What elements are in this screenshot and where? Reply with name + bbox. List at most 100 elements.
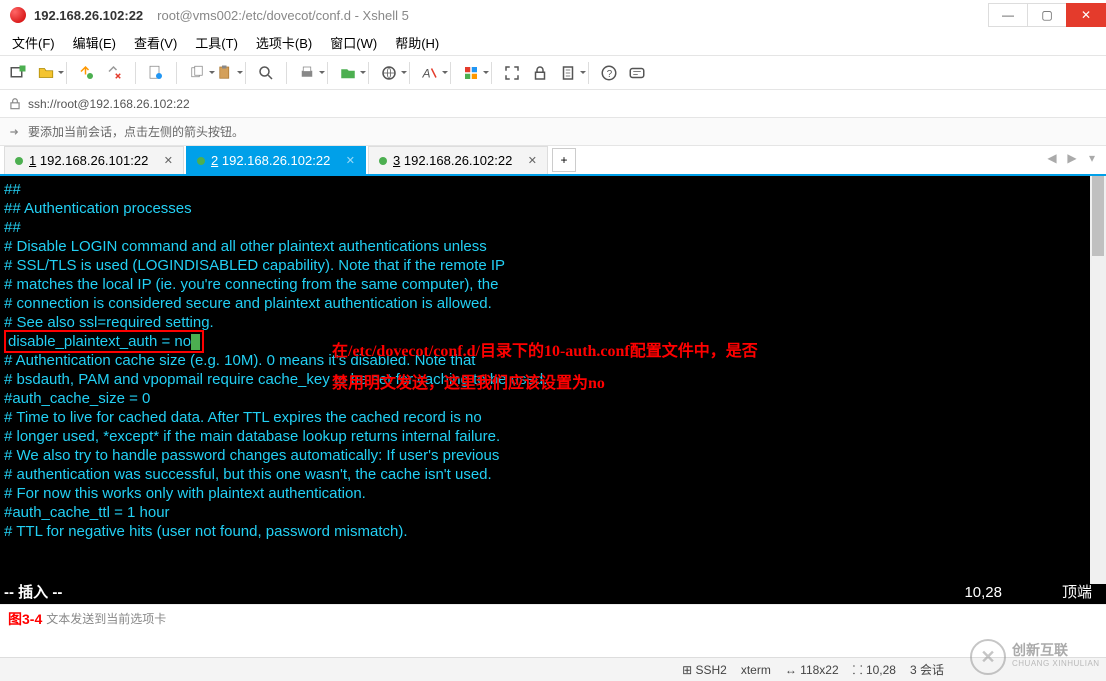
- tab-next-icon[interactable]: ▶: [1064, 150, 1080, 166]
- status-dot-icon: [379, 157, 387, 165]
- tab-session-3[interactable]: 3 192.168.26.102:22 ✕: [368, 146, 548, 174]
- arrow-icon[interactable]: [8, 125, 22, 139]
- add-tab-button[interactable]: +: [552, 148, 576, 172]
- svg-text:A: A: [422, 66, 431, 80]
- disconnect-button[interactable]: [103, 61, 127, 85]
- tab-label: 1 192.168.26.101:22: [29, 153, 158, 168]
- address-url[interactable]: ssh://root@192.168.26.102:22: [28, 97, 190, 111]
- terminal-line: # matches the local IP (ie. you're conne…: [4, 275, 1102, 294]
- vim-status-line: -- 插入 -- 10,28 顶端: [4, 583, 1102, 602]
- menu-help[interactable]: 帮助(H): [387, 31, 447, 54]
- menu-bar: 文件(F) 编辑(E) 查看(V) 工具(T) 选项卡(B) 窗口(W) 帮助(…: [0, 30, 1106, 56]
- font-button[interactable]: A: [418, 61, 442, 85]
- terminal-line: ##: [4, 218, 1102, 237]
- status-dot-icon: [197, 157, 205, 165]
- status-protocol: ⊞ SSH2: [682, 663, 727, 677]
- minimize-button[interactable]: —: [988, 3, 1028, 27]
- separator: [327, 62, 328, 84]
- properties-button[interactable]: [144, 61, 168, 85]
- separator: [368, 62, 369, 84]
- status-bar: ⊞ SSH2 xterm ↔ 118x22 ⸬ 10,28 3 会话: [0, 657, 1106, 681]
- watermark-text-zh: 创新互联: [1012, 643, 1100, 657]
- tab-menu-icon[interactable]: ▾: [1084, 150, 1100, 166]
- tab-label: 3 192.168.26.102:22: [393, 153, 522, 168]
- cursor-icon: [191, 334, 200, 350]
- xftp-button[interactable]: [336, 61, 360, 85]
- annotation-line2: 禁用明文发送，这里我们应该设置为no: [332, 374, 605, 393]
- separator: [450, 62, 451, 84]
- terminal-line: ##: [4, 180, 1102, 199]
- vim-scroll-indicator: 顶端: [1062, 583, 1092, 602]
- scrollbar[interactable]: [1090, 176, 1106, 584]
- print-button[interactable]: [295, 61, 319, 85]
- find-button[interactable]: [254, 61, 278, 85]
- terminal-line: # connection is considered secure and pl…: [4, 294, 1102, 313]
- color-scheme-button[interactable]: [459, 61, 483, 85]
- compose-placeholder: 文本发送到当前选项卡: [46, 610, 166, 627]
- separator: [588, 62, 589, 84]
- address-bar: ssh://root@192.168.26.102:22: [0, 90, 1106, 118]
- svg-text:?: ?: [607, 68, 613, 79]
- menu-tabs[interactable]: 选项卡(B): [248, 31, 320, 54]
- status-position: ⸬ 10,28: [853, 661, 896, 678]
- reconnect-button[interactable]: [75, 61, 99, 85]
- scrollbar-thumb[interactable]: [1092, 176, 1104, 256]
- menu-window[interactable]: 窗口(W): [322, 31, 385, 54]
- tab-session-1[interactable]: 1 192.168.26.101:22 ✕: [4, 146, 184, 174]
- help-button[interactable]: ?: [597, 61, 621, 85]
- tab-bar: 1 192.168.26.101:22 ✕ 2 192.168.26.102:2…: [0, 146, 1106, 176]
- tab-label: 2 192.168.26.102:22: [211, 153, 340, 168]
- compose-bar[interactable]: 图3-4 文本发送到当前选项卡: [0, 604, 1106, 632]
- menu-file[interactable]: 文件(F): [4, 31, 63, 54]
- new-session-button[interactable]: [6, 61, 30, 85]
- fullscreen-button[interactable]: [500, 61, 524, 85]
- lock-icon: [8, 97, 22, 111]
- separator: [245, 62, 246, 84]
- vim-mode: -- 插入 --: [4, 583, 62, 602]
- terminal-line: # Disable LOGIN command and all other pl…: [4, 237, 1102, 256]
- close-button[interactable]: ✕: [1066, 3, 1106, 27]
- terminal-line: #auth_cache_ttl = 1 hour: [4, 503, 1102, 522]
- terminal-line: # longer used, *except* if the main data…: [4, 427, 1102, 446]
- terminal-line: ## Authentication processes: [4, 199, 1102, 218]
- annotation-line1: 在/etc/dovecot/conf.d/目录下的10-auth.conf配置文…: [332, 342, 758, 361]
- tab-close-icon[interactable]: ✕: [528, 154, 537, 167]
- menu-edit[interactable]: 编辑(E): [65, 31, 124, 54]
- separator: [66, 62, 67, 84]
- vim-position: 10,28: [964, 583, 1002, 602]
- terminal-line: # We also try to handle password changes…: [4, 446, 1102, 465]
- separator: [135, 62, 136, 84]
- tab-prev-icon[interactable]: ◀: [1044, 150, 1060, 166]
- window-title-main: 192.168.26.102:22: [34, 8, 143, 23]
- hint-text: 要添加当前会话，点击左侧的箭头按钮。: [28, 123, 244, 140]
- status-size: ↔ 118x22: [785, 663, 839, 677]
- paste-button[interactable]: [213, 61, 237, 85]
- language-button[interactable]: [377, 61, 401, 85]
- terminal-line: # SSL/TLS is used (LOGINDISABLED capabil…: [4, 256, 1102, 275]
- terminal-line: # TTL for negative hits (user not found,…: [4, 522, 1102, 541]
- title-bar: 192.168.26.102:22 root@vms002:/etc/dovec…: [0, 0, 1106, 30]
- tab-close-icon[interactable]: ✕: [346, 154, 355, 167]
- menu-view[interactable]: 查看(V): [126, 31, 185, 54]
- tab-close-icon[interactable]: ✕: [164, 154, 173, 167]
- status-sessions: 3 会话: [910, 661, 944, 678]
- app-icon: [10, 7, 26, 23]
- terminal[interactable]: ## ## Authentication processes ## # Disa…: [0, 176, 1106, 604]
- window-title-sub: root@vms002:/etc/dovecot/conf.d - Xshell…: [157, 8, 409, 23]
- maximize-button[interactable]: ▢: [1027, 3, 1067, 27]
- hint-bar: 要添加当前会话，点击左侧的箭头按钮。: [0, 118, 1106, 146]
- status-dot-icon: [15, 157, 23, 165]
- status-terminal-type: xterm: [741, 663, 771, 677]
- figure-label: 图3-4: [8, 609, 42, 629]
- lock-button[interactable]: [528, 61, 552, 85]
- open-session-button[interactable]: [34, 61, 58, 85]
- copy-button[interactable]: [185, 61, 209, 85]
- terminal-line: # authentication was successful, but thi…: [4, 465, 1102, 484]
- terminal-line: # Time to live for cached data. After TT…: [4, 408, 1102, 427]
- separator: [491, 62, 492, 84]
- highlighted-setting: disable_plaintext_auth = no: [4, 330, 204, 353]
- menu-tools[interactable]: 工具(T): [187, 31, 246, 54]
- compose-bar-button[interactable]: [625, 61, 649, 85]
- scroll-button[interactable]: [556, 61, 580, 85]
- tab-session-2[interactable]: 2 192.168.26.102:22 ✕: [186, 146, 366, 174]
